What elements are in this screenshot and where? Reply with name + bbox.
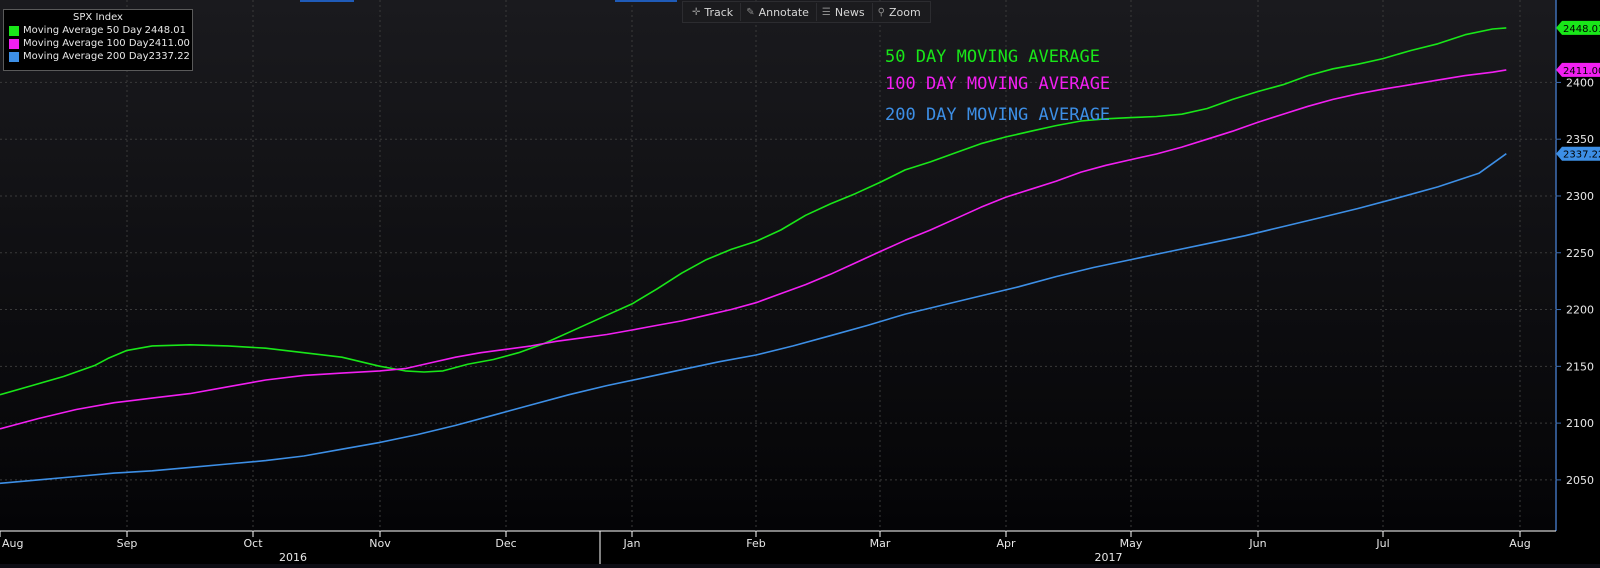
chart-legend[interactable]: SPX Index Moving Average 50 Day 2448.01 …: [3, 9, 193, 71]
legend-item-name: Moving Average 50 Day: [23, 25, 143, 36]
legend-swatch: [9, 51, 19, 62]
moving-average-chart: 50 DAY MOVING AVERAGE 100 DAY MOVING AVER…: [0, 0, 1600, 564]
zoom-label: Zoom: [888, 5, 921, 19]
x-month-label: Oct: [243, 537, 263, 550]
news-ticker: [0, 564, 1600, 568]
chart-annotations: 50 DAY MOVING AVERAGE 100 DAY MOVING AVER…: [885, 47, 1110, 125]
y-tick-label: 2300: [1566, 190, 1594, 203]
x-month-label: Jul: [1375, 537, 1389, 550]
plot-background: [0, 0, 1556, 531]
legend-item-name: Moving Average 100 Day: [23, 38, 149, 49]
last-value-tag-ma200: 2337.22: [1556, 146, 1600, 161]
tag-value: 2448.01: [1563, 24, 1600, 35]
legend-swatch: [9, 25, 19, 36]
x-month-label: May: [1120, 537, 1143, 550]
legend-swatch: [9, 38, 19, 49]
news-icon: ☰: [821, 6, 831, 18]
annotate-label: Annotate: [758, 5, 809, 19]
y-tick-label: 2150: [1566, 360, 1594, 373]
annotate-button[interactable]: ✎ Annotate: [740, 3, 814, 21]
legend-item-value: 2448.01: [144, 25, 186, 36]
x-month-label: Mar: [870, 537, 891, 550]
annotation-label: 100 DAY MOVING AVERAGE: [885, 74, 1110, 94]
y-tick-label: 2400: [1566, 76, 1594, 89]
legend-title: SPX Index: [73, 12, 123, 23]
crosshair-icon: ✛: [692, 6, 701, 18]
x-month-label: Feb: [746, 537, 765, 550]
y-tick-label: 2200: [1566, 304, 1594, 317]
x-month-label: Sep: [117, 537, 138, 550]
track-button[interactable]: ✛ Track: [687, 3, 738, 21]
x-month-label: Jan: [623, 537, 641, 550]
y-tick-label: 2250: [1566, 247, 1594, 260]
legend-item-name: Moving Average 200 Day: [23, 51, 149, 62]
legend-item-value: 2337.22: [148, 51, 190, 62]
zoom-button[interactable]: ⚲ Zoom: [871, 3, 926, 21]
tab-indicator: [300, 0, 354, 2]
legend-item-value: 2411.00: [148, 38, 190, 49]
x-month-label: Aug: [1509, 537, 1530, 550]
tag-value: 2411.00: [1563, 66, 1600, 77]
annotation-label: 50 DAY MOVING AVERAGE: [885, 47, 1100, 67]
y-tick-label: 2050: [1566, 474, 1594, 487]
x-axis-panel: [0, 531, 1556, 564]
last-value-tag-ma100: 2411.00: [1556, 62, 1600, 77]
x-month-label: Jun: [1248, 537, 1266, 550]
x-month-label: Apr: [996, 537, 1016, 550]
legend-item-ma100[interactable]: Moving Average 100 Day 2411.00: [4, 37, 192, 50]
track-label: Track: [704, 5, 734, 19]
x-year-label: 2016: [279, 551, 307, 564]
news-button[interactable]: ☰ News: [815, 3, 870, 21]
legend-item-ma50[interactable]: Moving Average 50 Day 2448.01: [4, 24, 192, 37]
y-tick-label: 2100: [1566, 417, 1594, 430]
x-month-label: Aug: [2, 537, 23, 550]
tab-indicator: [615, 0, 677, 2]
x-year-label: 2017: [1095, 551, 1123, 564]
legend-item-ma200[interactable]: Moving Average 200 Day 2337.22: [4, 50, 192, 63]
x-month-label: Nov: [369, 537, 391, 550]
tag-value: 2337.22: [1563, 150, 1600, 161]
annotation-label: 200 DAY MOVING AVERAGE: [885, 105, 1110, 125]
x-month-label: Dec: [495, 537, 516, 550]
y-tick-label: 2350: [1566, 133, 1594, 146]
chart-toolbar: ✛ Track ✎ Annotate ☰ News ⚲ Zoom: [682, 1, 931, 23]
last-value-tag-ma50: 2448.01: [1556, 20, 1600, 35]
pencil-icon: ✎: [746, 6, 755, 18]
magnifier-icon: ⚲: [877, 6, 885, 18]
news-label: News: [834, 5, 865, 19]
